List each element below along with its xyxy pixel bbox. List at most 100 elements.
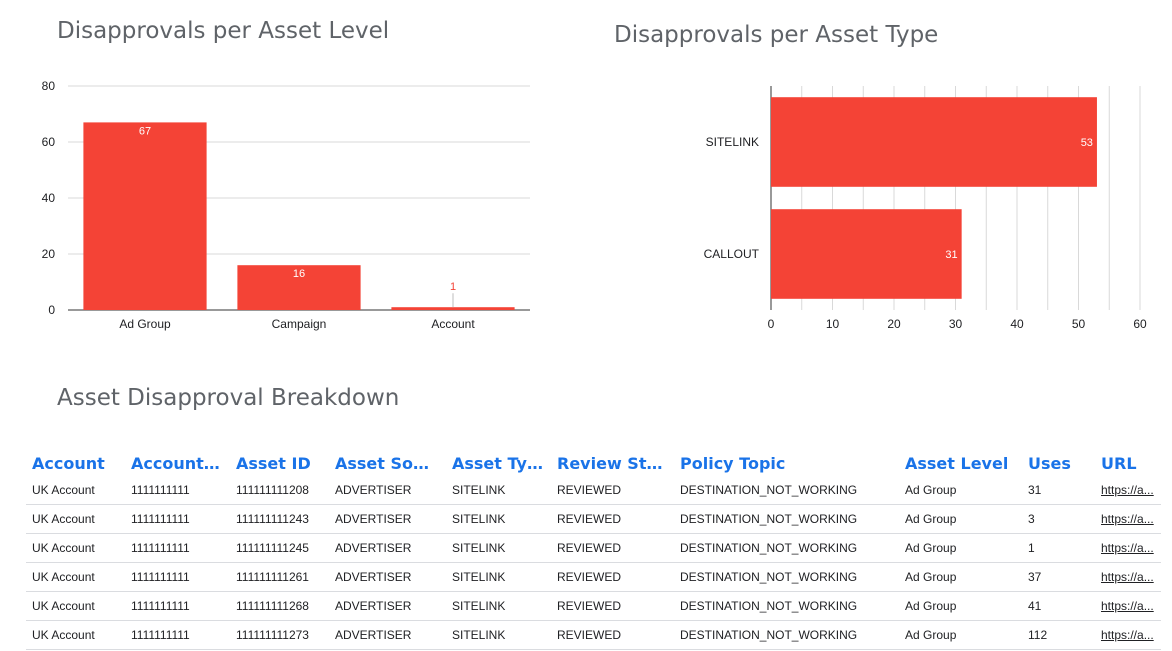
asset-level-bar-chart: 0 20 40 60 80 67 Ad Group 16 Campaign 1 Account xyxy=(42,79,530,331)
y-tick-label: 80 xyxy=(42,79,56,93)
table-cell: ADVERTISER xyxy=(329,591,446,621)
asset-type-bar-chart: 0 10 20 30 40 50 60 53 SITELINK 31 CALLOUT xyxy=(704,86,1147,331)
x-tick-label: 0 xyxy=(768,317,775,331)
table-cell: REVIEWED xyxy=(551,504,674,534)
column-header[interactable]: Asset Level xyxy=(899,447,1022,476)
table-cell: 3 xyxy=(1022,504,1095,534)
table-cell: Ad Group xyxy=(899,591,1022,621)
table-row: UK Account 1111111111 111111111243 ADVERTIS… xyxy=(26,504,1161,534)
column-header[interactable]: Review Stat... xyxy=(551,447,674,476)
url-link[interactable]: https://a... xyxy=(1095,562,1161,592)
x-tick-label: 10 xyxy=(826,317,840,331)
table-cell: 1111111111 xyxy=(125,533,230,563)
table-cell: UK Account xyxy=(26,620,125,650)
table-row: UK Account 1111111111 111111111245 ADVERTIS… xyxy=(26,533,1161,563)
x-tick-label: 20 xyxy=(887,317,901,331)
table-row: UK Account 1111111111 111111111268 ADVERTIS… xyxy=(26,591,1161,621)
table-cell: Ad Group xyxy=(899,620,1022,650)
column-header[interactable]: Account I... xyxy=(125,447,230,476)
table-cell: 111111111261 xyxy=(230,562,329,592)
column-header[interactable]: Account xyxy=(26,447,125,476)
table-cell: REVIEWED xyxy=(551,533,674,563)
table-cell: Ad Group xyxy=(899,562,1022,592)
url-link[interactable]: https://a... xyxy=(1095,620,1161,650)
x-tick-label: 50 xyxy=(1072,317,1086,331)
y-tick-label: CALLOUT xyxy=(704,247,760,261)
table-cell: UK Account xyxy=(26,504,125,534)
table-cell: ADVERTISER xyxy=(329,533,446,563)
table-cell: SITELINK xyxy=(446,562,551,592)
data-label: 16 xyxy=(293,268,305,280)
table-cell: DESTINATION_NOT_WORKING xyxy=(674,476,899,505)
column-header[interactable]: Policy Topic xyxy=(674,447,899,476)
table-cell: DESTINATION_NOT_WORKING xyxy=(674,562,899,592)
column-header[interactable]: Asset Sour... xyxy=(329,447,446,476)
table-cell: REVIEWED xyxy=(551,620,674,650)
column-header[interactable]: Asset Typ... xyxy=(446,447,551,476)
bar xyxy=(83,122,207,311)
data-label: 53 xyxy=(1081,137,1093,149)
column-header[interactable]: Asset ID xyxy=(230,447,329,476)
table-cell: UK Account xyxy=(26,533,125,563)
table-cell: REVIEWED xyxy=(551,476,674,505)
data-label: 1 xyxy=(450,281,456,293)
table-cell: Ad Group xyxy=(899,533,1022,563)
x-tick-label: Ad Group xyxy=(119,317,171,331)
table-cell: 1111111111 xyxy=(125,562,230,592)
table-cell: SITELINK xyxy=(446,591,551,621)
y-tick-label: 40 xyxy=(42,191,56,205)
table-cell: REVIEWED xyxy=(551,562,674,592)
table-cell: SITELINK xyxy=(446,476,551,505)
data-label: 31 xyxy=(945,249,957,261)
table-cell: ADVERTISER xyxy=(329,620,446,650)
x-tick-label: 60 xyxy=(1133,317,1147,331)
table-cell: 1111111111 xyxy=(125,620,230,650)
bar xyxy=(771,209,962,299)
table-row: UK Account 1111111111 111111111261 ADVERTIS… xyxy=(26,562,1161,592)
table-cell: UK Account xyxy=(26,476,125,505)
table-cell: 111111111273 xyxy=(230,620,329,650)
table-cell: 1 xyxy=(1022,533,1095,563)
table-cell: Ad Group xyxy=(899,476,1022,505)
x-tick-label: 40 xyxy=(1010,317,1024,331)
table-header-row: Account Account I... Asset ID Asset Sour...… xyxy=(26,447,1161,476)
table-cell: 37 xyxy=(1022,562,1095,592)
y-tick-label: 60 xyxy=(42,135,56,149)
bar xyxy=(771,97,1097,187)
url-link[interactable]: https://a... xyxy=(1095,591,1161,621)
column-header[interactable]: URL xyxy=(1095,447,1161,476)
breakdown-table-title: Asset Disapproval Breakdown xyxy=(57,385,400,411)
table-cell: DESTINATION_NOT_WORKING xyxy=(674,591,899,621)
url-link[interactable]: https://a... xyxy=(1095,533,1161,563)
y-tick-label: SITELINK xyxy=(706,135,759,149)
table-cell: 1111111111 xyxy=(125,476,230,505)
table-cell: SITELINK xyxy=(446,620,551,650)
url-link[interactable]: https://a... xyxy=(1095,504,1161,534)
table-cell: DESTINATION_NOT_WORKING xyxy=(674,620,899,650)
url-link[interactable]: https://a... xyxy=(1095,476,1161,505)
table-cell: REVIEWED xyxy=(551,591,674,621)
table-cell: SITELINK xyxy=(446,533,551,563)
table-cell: Ad Group xyxy=(899,504,1022,534)
data-label: 67 xyxy=(139,125,151,137)
table-cell: 1111111111 xyxy=(125,504,230,534)
table-cell: DESTINATION_NOT_WORKING xyxy=(674,504,899,534)
x-tick-label: 30 xyxy=(949,317,963,331)
table-cell: SITELINK xyxy=(446,504,551,534)
table-cell: ADVERTISER xyxy=(329,504,446,534)
table-cell: 111111111245 xyxy=(230,533,329,563)
table-cell: 112 xyxy=(1022,620,1095,650)
table-row: UK Account 1111111111 111111111208 ADVERTIS… xyxy=(26,476,1161,505)
asset-disapproval-table: Account Account I... Asset ID Asset Sour...… xyxy=(26,447,1161,650)
asset-level-chart-title: Disapprovals per Asset Level xyxy=(57,18,390,44)
bar xyxy=(391,307,515,310)
table-cell: UK Account xyxy=(26,591,125,621)
table-cell: 41 xyxy=(1022,591,1095,621)
table-cell: 111111111268 xyxy=(230,591,329,621)
table-cell: 1111111111 xyxy=(125,591,230,621)
table-cell: ADVERTISER xyxy=(329,562,446,592)
table-cell: ADVERTISER xyxy=(329,476,446,505)
table-cell: 111111111243 xyxy=(230,504,329,534)
asset-type-chart-title: Disapprovals per Asset Type xyxy=(614,22,939,48)
column-header[interactable]: Uses xyxy=(1022,447,1095,476)
